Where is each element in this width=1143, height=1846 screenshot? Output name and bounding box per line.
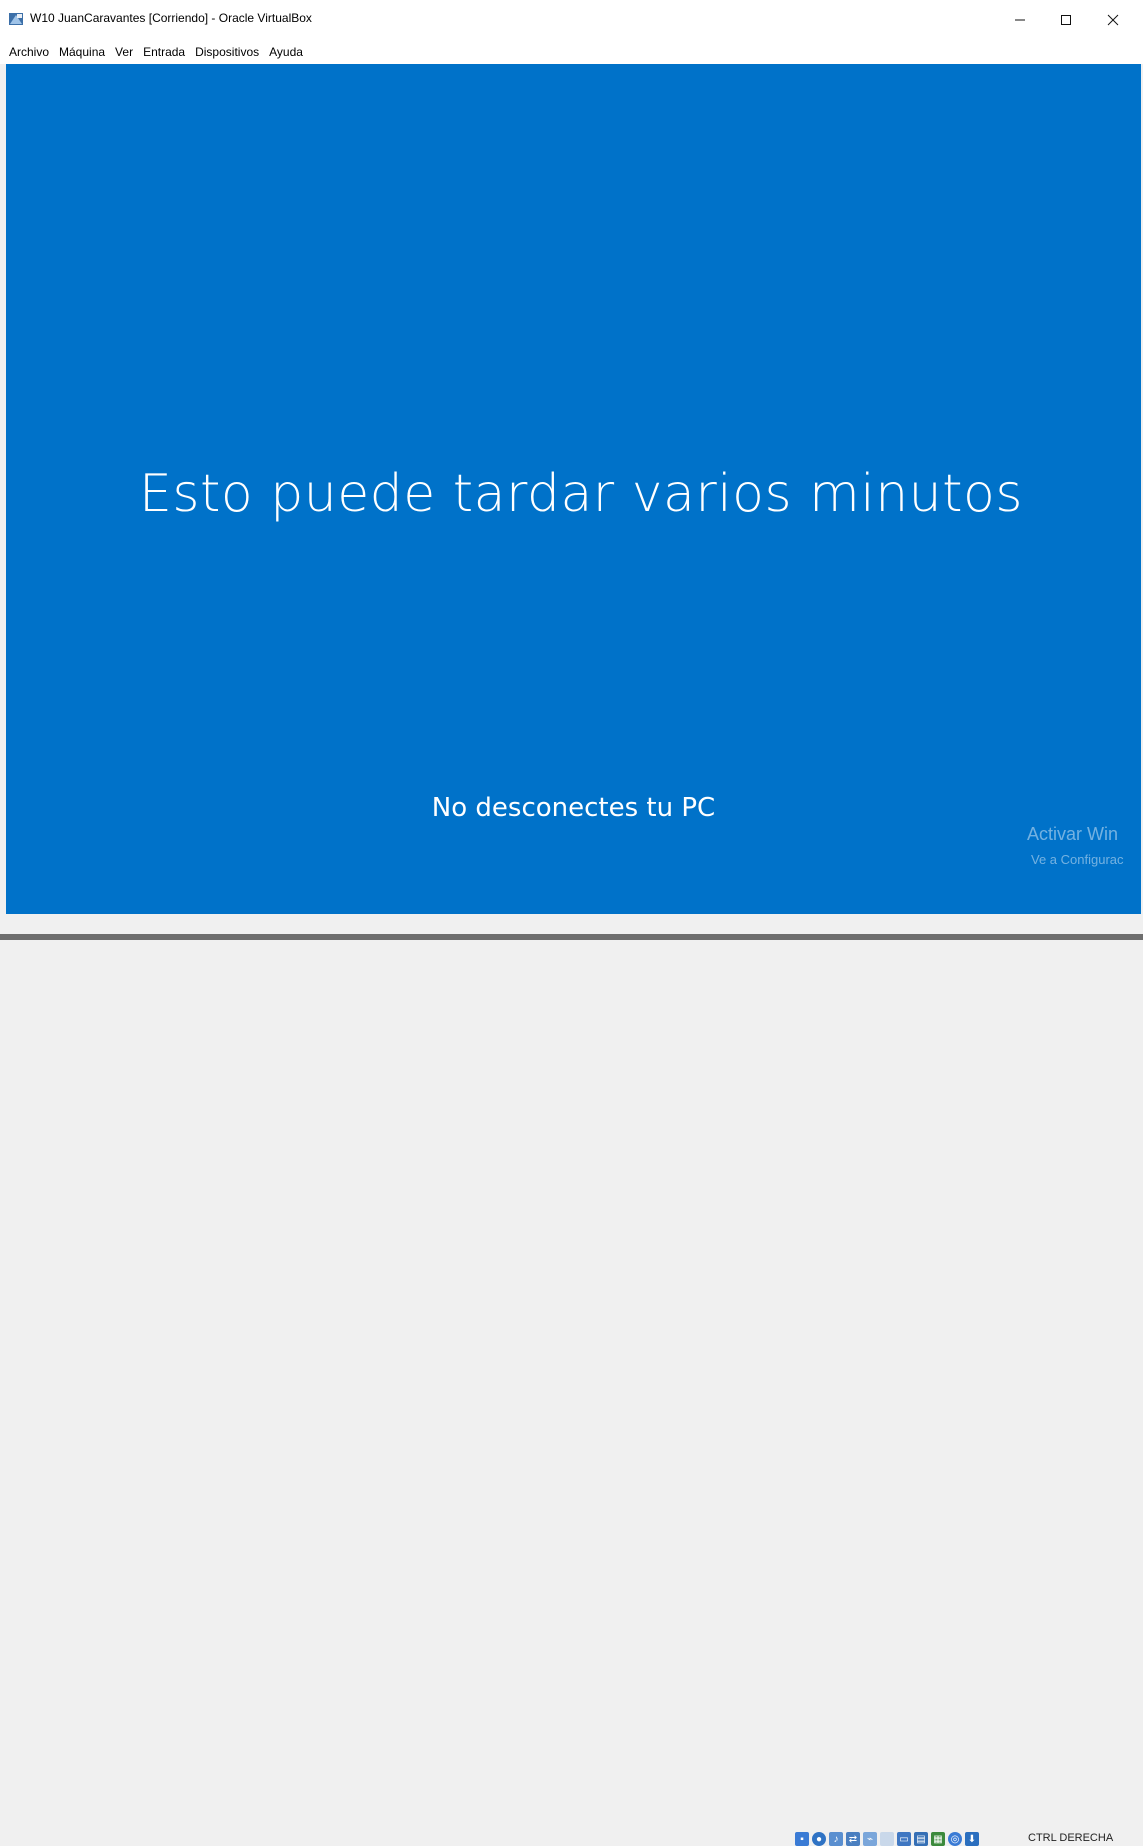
host-key-label: CTRL DERECHA <box>1028 1832 1114 1844</box>
menu-entrada[interactable]: Entrada <box>138 40 190 64</box>
menu-ayuda[interactable]: Ayuda <box>264 40 308 64</box>
main-message: Esto puede tardar varios minutos <box>139 464 1023 524</box>
shared-folders-icon[interactable] <box>880 1832 894 1846</box>
video-capture-icon[interactable]: ▤ <box>914 1832 928 1846</box>
menu-maquina[interactable]: Máquina <box>54 40 110 64</box>
host-taskbar-edge <box>0 934 1143 940</box>
window-titlebar[interactable]: W10 JuanCaravantes [Corriendo] - Oracle … <box>0 0 1143 41</box>
cpu-activity-icon[interactable]: ▦ <box>931 1832 945 1846</box>
activation-watermark-title: Activar Win <box>1027 824 1119 844</box>
activation-watermark-subtitle: Ve a Configurac <box>1031 852 1124 867</box>
close-button[interactable] <box>1090 0 1136 40</box>
optical-drive-icon[interactable]: ● <box>812 1832 826 1846</box>
virtualbox-app-icon <box>8 11 24 27</box>
network-icon[interactable]: ⇄ <box>846 1832 860 1846</box>
close-icon <box>1107 14 1119 26</box>
status-icons: ▪ ● ♪ ⇄ ⌁ ▭ ▤ ▦ ◎ ⬇ <box>795 1832 979 1846</box>
sub-message: No desconectes tu PC <box>431 793 716 823</box>
minimize-button[interactable] <box>997 0 1043 40</box>
maximize-button[interactable] <box>1043 0 1089 40</box>
mouse-integration-icon[interactable]: ◎ <box>948 1832 962 1846</box>
menu-archivo[interactable]: Archivo <box>0 40 54 64</box>
minimize-icon <box>1015 19 1025 21</box>
usb-icon[interactable]: ⌁ <box>863 1832 877 1846</box>
menu-ver[interactable]: Ver <box>110 40 138 64</box>
maximize-icon <box>1061 15 1071 25</box>
hard-disk-icon[interactable]: ▪ <box>795 1832 809 1846</box>
display-icon[interactable]: ▭ <box>897 1832 911 1846</box>
window-title: W10 JuanCaravantes [Corriendo] - Oracle … <box>30 11 312 25</box>
host-key-icon[interactable]: ⬇ <box>965 1832 979 1846</box>
menu-dispositivos[interactable]: Dispositivos <box>190 40 264 64</box>
audio-icon[interactable]: ♪ <box>829 1832 843 1846</box>
menu-bar: Archivo Máquina Ver Entrada Dispositivos… <box>0 40 1143 64</box>
guest-display[interactable]: Esto puede tardar varios minutos No desc… <box>6 64 1141 914</box>
